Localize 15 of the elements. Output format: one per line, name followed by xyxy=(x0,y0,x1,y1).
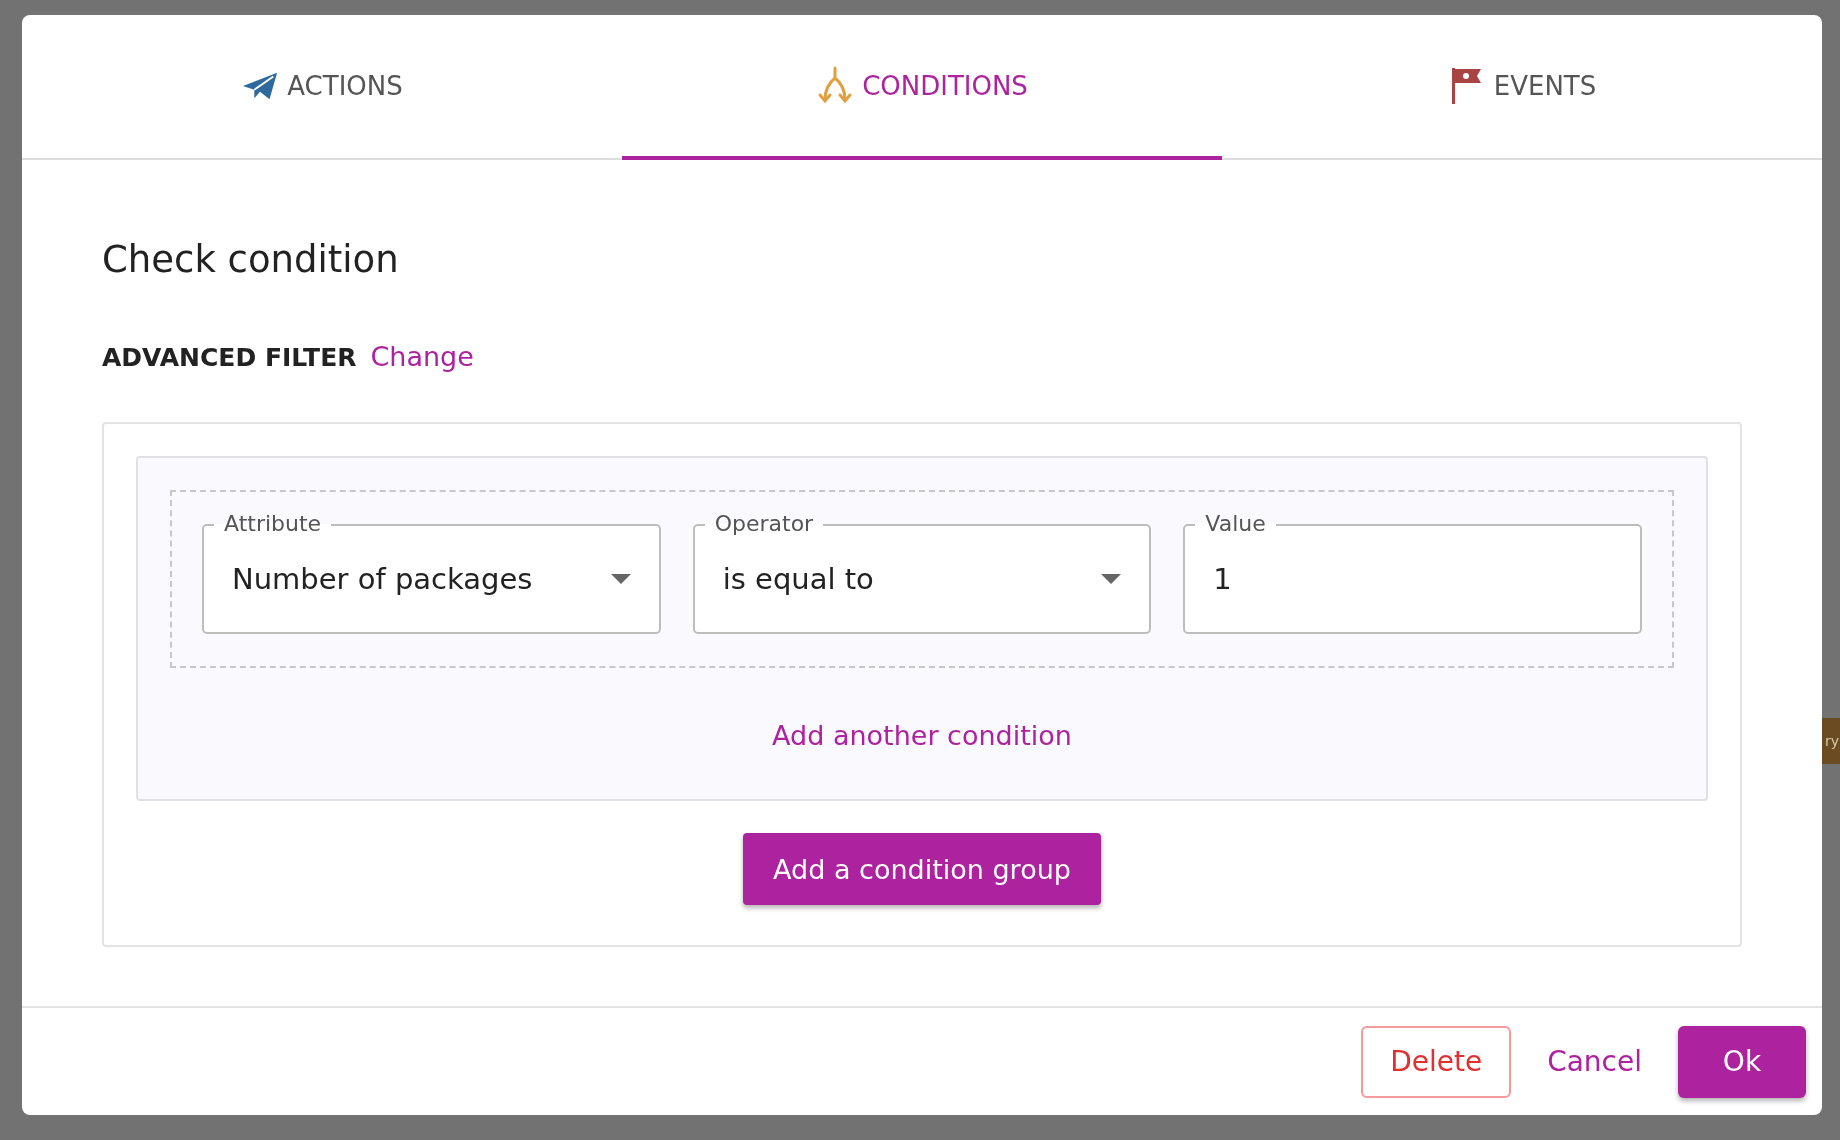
tab[interactable]: ACTIONS xyxy=(22,15,622,160)
add-condition-link[interactable]: Add another condition xyxy=(772,720,1072,751)
ok-button[interactable]: Ok xyxy=(1678,1025,1806,1098)
select-field[interactable]: Operator is equal to xyxy=(692,508,1152,634)
tab[interactable]: EVENTS xyxy=(1222,15,1822,160)
input-field[interactable]: Value 1 xyxy=(1183,508,1642,634)
select-field[interactable]: Attribute Number of packages xyxy=(202,508,661,634)
caret-icon xyxy=(610,574,631,584)
filter-label: ADVANCED FILTER xyxy=(102,343,357,372)
add-group-button[interactable]: Add a condition group xyxy=(743,833,1101,905)
change-link[interactable]: Change xyxy=(370,341,474,372)
caret-icon xyxy=(1101,574,1122,584)
delete-button[interactable]: Delete xyxy=(1361,1025,1512,1098)
dialog-title: Check condition xyxy=(102,238,400,281)
tab[interactable]: CONDITIONS xyxy=(622,15,1222,160)
